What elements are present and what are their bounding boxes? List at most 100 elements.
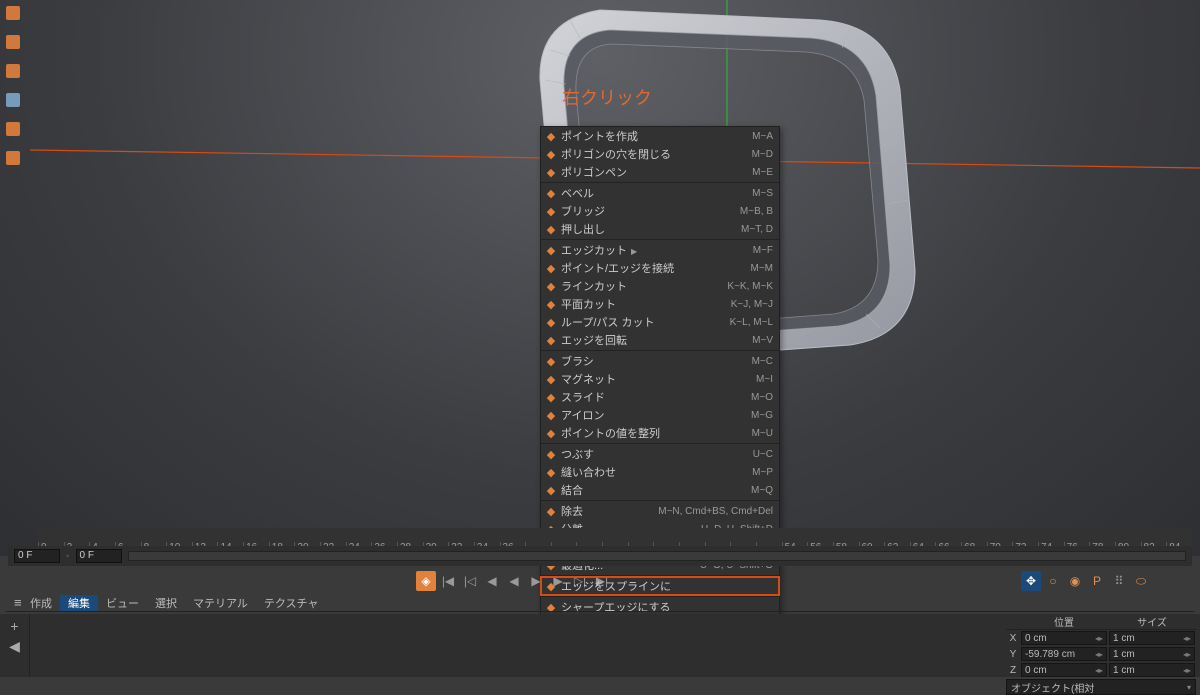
menu-item-label: 結合 (561, 482, 751, 498)
add-button[interactable]: + (5, 618, 25, 638)
bottom-panel: + ◀ 位置 サイズ X 0 cm◂▸ 1 cm◂▸ Y -59.789 cm◂▸… (0, 614, 1200, 677)
menu-item[interactable]: ◆ブリッジM~B, B (541, 202, 779, 220)
menu-item[interactable]: ◆アイロンM~G (541, 406, 779, 424)
menu-item[interactable]: ◆スライドM~O (541, 388, 779, 406)
menu-item-icon: ◆ (541, 481, 561, 499)
bottom-menubar[interactable]: ≡ 作成編集ビュー選択マテリアルテクスチャ (6, 594, 1194, 612)
menu-item-label: エッジをスプラインに (561, 578, 773, 594)
menu-item-label: ベベル (561, 185, 752, 201)
menu-item-shortcut: M~N, Cmd+BS, Cmd+Del (658, 506, 773, 517)
menu-item-icon: ◆ (541, 463, 561, 481)
menubar-item[interactable]: テクスチャ (256, 595, 327, 611)
menu-item[interactable]: ◆ベベルM~S (541, 184, 779, 202)
menu-item-label: ポイントを作成 (561, 128, 752, 144)
coord-pos-input[interactable]: 0 cm◂▸ (1021, 631, 1107, 645)
menu-item-shortcut: M~P (752, 467, 773, 478)
viewport-3d[interactable]: 右クリック ◆ポイントを作成M~A◆ポリゴンの穴を閉じるM~D◆ポリゴンペンM~… (0, 0, 1200, 556)
menu-item-shortcut: K~K, M~K (727, 281, 773, 292)
menu-item-label: ブラシ (561, 353, 752, 369)
snap-magnet-tool[interactable] (0, 116, 26, 142)
enable-axis-tool[interactable] (0, 0, 26, 26)
menu-item[interactable]: ◆ループ/パス カットK~L, M~L (541, 313, 779, 331)
coord-row: Z 0 cm◂▸ 1 cm◂▸ (1006, 662, 1196, 678)
menubar-item[interactable]: 作成 (22, 595, 60, 611)
menu-item[interactable]: ◆ラインカットK~K, M~K (541, 277, 779, 295)
menu-item-shortcut: M~C (752, 356, 773, 367)
coord-size-input[interactable]: 1 cm◂▸ (1109, 663, 1195, 677)
menu-item-icon: ◆ (541, 388, 561, 406)
coord-pos-input[interactable]: -59.789 cm◂▸ (1021, 647, 1107, 661)
menubar-item[interactable]: ビュー (98, 595, 147, 611)
coord-axis-label: X (1006, 633, 1020, 644)
pos-channel[interactable]: P (1087, 571, 1107, 591)
menubar-item[interactable]: マテリアル (185, 595, 256, 611)
menu-item-shortcut: M~V (752, 335, 773, 346)
menu-item-label: ブリッジ (561, 203, 740, 219)
menu-item[interactable]: ◆除去M~N, Cmd+BS, Cmd+Del (541, 502, 779, 520)
go-start[interactable]: |◀ (438, 571, 458, 591)
timeline-track[interactable] (128, 551, 1186, 561)
autokey[interactable]: ◉ (1065, 571, 1085, 591)
key-button[interactable]: ◈ (416, 571, 436, 591)
menu-item[interactable]: ◆押し出しM~T, D (541, 220, 779, 238)
left-toolbar (0, 0, 26, 174)
record[interactable]: ○ (1043, 571, 1063, 591)
menu-item-icon: ◆ (541, 127, 561, 145)
menu-separator (541, 182, 779, 183)
grid-tool-1[interactable] (0, 29, 26, 55)
menu-item[interactable]: ◆エッジカットM~F (541, 241, 779, 259)
opts[interactable]: ⠿ (1109, 571, 1129, 591)
selection-sphere-tool[interactable] (0, 145, 26, 171)
menu-item-icon: ◆ (541, 424, 561, 442)
menu-item[interactable]: ◆ポリゴンの穴を閉じるM~D (541, 145, 779, 163)
menu-item[interactable]: ◆マグネットM~I (541, 370, 779, 388)
play-back[interactable]: ◀ (504, 571, 524, 591)
annotation-text: 右クリック (562, 84, 652, 110)
timeline-bar[interactable]: 0 F ◦ 0 F (8, 546, 1192, 566)
menu-item[interactable]: ◆結合M~Q (541, 481, 779, 499)
prev-key[interactable]: |◁ (460, 571, 480, 591)
menu-item-icon: ◆ (541, 313, 561, 331)
menu-item[interactable]: ◆ブラシM~C (541, 352, 779, 370)
menubar-item[interactable]: 編集 (60, 595, 98, 611)
coord-header: 位置 サイズ (1006, 614, 1196, 630)
menu-icon[interactable]: ≡ (6, 595, 22, 610)
coord-axis-label: Y (1006, 649, 1020, 660)
menu-item-icon: ◆ (541, 259, 561, 277)
collapse-button[interactable]: ◀ (9, 638, 20, 655)
link[interactable]: ⬭ (1131, 571, 1151, 591)
menu-item[interactable]: ◆ポリゴンペンM~E (541, 163, 779, 181)
menu-item-shortcut: M~S (752, 188, 773, 199)
cube-tool[interactable] (0, 87, 26, 113)
menu-item-icon: ◆ (541, 370, 561, 388)
prev-frame[interactable]: ◀ (482, 571, 502, 591)
coord-size-input[interactable]: 1 cm◂▸ (1109, 631, 1195, 645)
menu-item-label: エッジを回転 (561, 332, 752, 348)
menu-item-shortcut: M~Q (751, 485, 773, 496)
current-frame-input[interactable]: 0 F (76, 549, 122, 563)
menu-item[interactable]: ◆エッジを回転M~V (541, 331, 779, 349)
menu-item-shortcut: M~A (752, 131, 773, 142)
menu-item[interactable]: ◆縫い合わせM~P (541, 463, 779, 481)
menu-item[interactable]: ◆つぶすU~C (541, 445, 779, 463)
coord-mode-label: オブジェクト(相対 (1011, 680, 1094, 695)
coord-size-input[interactable]: 1 cm◂▸ (1109, 647, 1195, 661)
menu-item[interactable]: ◆ポイントの値を整列M~U (541, 424, 779, 442)
menu-separator (541, 443, 779, 444)
menubar-item[interactable]: 選択 (147, 595, 185, 611)
menu-item[interactable]: ◆平面カットK~J, M~J (541, 295, 779, 313)
menu-item-icon: ◆ (541, 145, 561, 163)
menu-item[interactable]: ◆ポイント/エッジを接続M~M (541, 259, 779, 277)
menu-item-label: マグネット (561, 371, 756, 387)
menu-item-icon: ◆ (541, 502, 561, 520)
start-frame-input[interactable]: 0 F (14, 549, 60, 563)
coord-mode-select[interactable]: オブジェクト(相対 ▾ (1006, 679, 1196, 695)
menu-item-shortcut: M~E (752, 167, 773, 178)
menu-item[interactable]: ◆ポイントを作成M~A (541, 127, 779, 145)
menu-separator (541, 350, 779, 351)
menu-item[interactable]: ◆エッジをスプラインに (541, 577, 779, 595)
grid-tool-2[interactable] (0, 58, 26, 84)
coord-pos-input[interactable]: 0 cm◂▸ (1021, 663, 1107, 677)
menu-item-shortcut: K~L, M~L (730, 317, 773, 328)
move-mode[interactable]: ✥ (1021, 571, 1041, 591)
